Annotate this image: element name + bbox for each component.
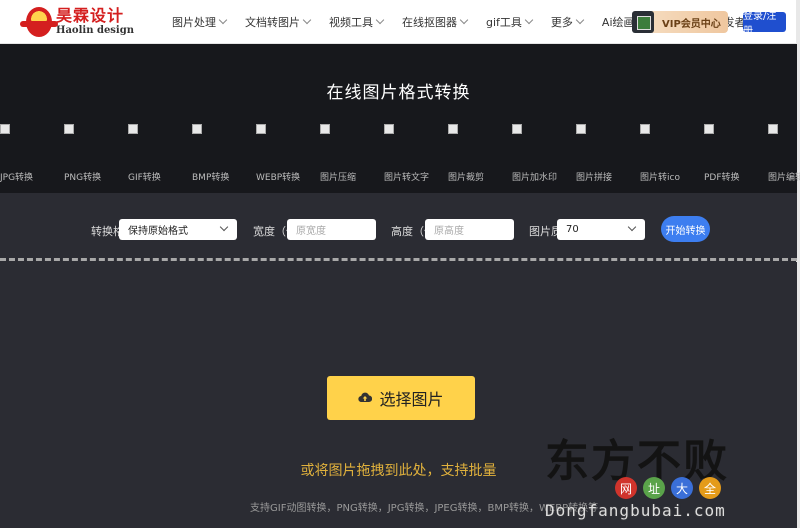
tool-label: GIF转换 [128, 173, 161, 183]
page-title: 在线图片格式转换 [326, 83, 471, 103]
tool-link-12[interactable]: 图片编辑 [768, 124, 800, 184]
height-input[interactable]: 原高度 [425, 219, 514, 240]
watermark-badge: 大 [671, 477, 693, 499]
broken-image-icon [128, 124, 138, 134]
login-register-button[interactable]: 登录/注册 [743, 11, 786, 37]
site-logo[interactable]: 昊霖设计 Haolin design [20, 2, 158, 42]
select-image-label: 选择图片 [379, 390, 444, 409]
nav-item-3[interactable]: 在线抠图器 [402, 0, 469, 44]
nav-item-label: 视频工具 [329, 15, 373, 29]
nav-item-label: 更多 [550, 15, 573, 29]
tool-label: 图片转ico [640, 173, 680, 183]
tool-link-7[interactable]: 图片裁剪 [448, 124, 508, 184]
broken-image-icon [576, 124, 586, 134]
tool-link-10[interactable]: 图片转ico [640, 124, 700, 184]
dropzone-divider [0, 258, 797, 261]
tool-label: WEBP转换 [256, 173, 301, 183]
logo-en: Haolin design [56, 24, 134, 36]
logo-cn: 昊霖设计 [56, 5, 125, 25]
top-header: 昊霖设计 Haolin design 图片处理 文档转图片 视频工具 在线抠图器 gif… [0, 0, 800, 44]
tool-label: 图片裁剪 [448, 173, 485, 183]
format-select[interactable]: 保持原始格式 [119, 219, 237, 240]
tool-link-3[interactable]: BMP转换 [192, 124, 252, 184]
format-select-value: 保持原始格式 [128, 226, 188, 237]
tool-link-6[interactable]: 图片转文字 [384, 124, 444, 184]
tool-link-5[interactable]: 图片压缩 [320, 124, 380, 184]
tool-link-4[interactable]: WEBP转换 [256, 124, 316, 184]
chevron-down-icon [627, 222, 637, 232]
broken-image-icon [768, 124, 778, 134]
nav-item-5[interactable]: 更多 [550, 0, 585, 44]
chevron-down-icon [219, 222, 229, 232]
broken-image-icon [640, 124, 650, 134]
broken-image-icon [512, 124, 522, 134]
vip-image-icon [632, 11, 654, 33]
tool-link-1[interactable]: PNG转换 [64, 124, 124, 184]
nav-item-label: Ai绘画 [601, 15, 635, 29]
chevron-down-icon [302, 15, 312, 24]
nav-item-label: gif工具 [486, 15, 522, 29]
nav-item-6[interactable]: Ai绘画 [602, 0, 635, 44]
chevron-down-icon [524, 15, 534, 24]
broken-image-icon [704, 124, 714, 134]
broken-image-icon [320, 124, 330, 134]
tool-label: PNG转换 [64, 173, 102, 183]
site-watermark: 东方不败 网址大全 Dongfangbubai.com [545, 425, 800, 528]
conversion-options: 转换格式 保持原始格式 宽度（像素） 原宽度 高度（像素） 原高度 图片质量 7… [0, 193, 797, 259]
tool-link-2[interactable]: GIF转换 [128, 124, 188, 184]
start-convert-button[interactable]: 开始转换 [661, 216, 710, 242]
tool-label: 图片压缩 [320, 173, 357, 183]
tool-link-11[interactable]: PDF转换 [704, 124, 764, 184]
quality-select-value: 70 [566, 224, 579, 235]
watermark-url: Dongfangbubai.com [545, 501, 726, 520]
logo-text: 昊霖设计 Haolin design [56, 5, 134, 36]
tool-label: 图片加水印 [512, 173, 558, 183]
tool-label: BMP转换 [192, 173, 230, 183]
tool-hero: 在线图片格式转换 JPG转换 PNG转换 GIF转换 BMP转换 WEBP转换 图片压缩 图… [0, 44, 800, 193]
tool-label: PDF转换 [704, 173, 740, 183]
vip-center-button[interactable]: VIP会员中心 [632, 11, 728, 33]
broken-image-icon [256, 124, 266, 134]
broken-image-icon [0, 124, 10, 134]
logo-mascot-icon [20, 6, 58, 37]
nav-item-1[interactable]: 文档转图片 [245, 0, 312, 44]
nav-item-2[interactable]: 视频工具 [329, 0, 385, 44]
broken-image-icon [64, 124, 74, 134]
watermark-badge: 址 [643, 477, 665, 499]
tool-link-9[interactable]: 图片拼接 [576, 124, 636, 184]
tool-label: JPG转换 [0, 173, 34, 183]
nav-item-0[interactable]: 图片处理 [172, 0, 228, 44]
chevron-down-icon [575, 15, 585, 24]
tool-label: 图片拼接 [576, 173, 613, 183]
vip-label: VIP会员中心 [662, 18, 721, 30]
quality-select[interactable]: 70 [557, 219, 645, 240]
nav-item-4[interactable]: gif工具 [486, 0, 534, 44]
width-input[interactable]: 原宽度 [287, 219, 376, 240]
tool-label: 图片编辑 [768, 173, 800, 183]
watermark-badge: 全 [699, 477, 721, 499]
chevron-down-icon [375, 15, 385, 24]
tool-label: 图片转文字 [384, 173, 430, 183]
watermark-badges: 网址大全 [615, 477, 727, 499]
nav-item-label: 图片处理 [172, 15, 216, 29]
nav-item-label: 文档转图片 [245, 15, 300, 29]
tool-link-8[interactable]: 图片加水印 [512, 124, 572, 184]
nav-item-label: 在线抠图器 [402, 15, 457, 29]
broken-image-icon [384, 124, 394, 134]
chevron-down-icon [218, 15, 228, 24]
select-image-button[interactable]: 选择图片 [327, 376, 475, 420]
broken-image-icon [448, 124, 458, 134]
tool-link-0[interactable]: JPG转换 [0, 124, 60, 184]
cloud-upload-icon [358, 392, 373, 403]
chevron-down-icon [459, 15, 469, 24]
broken-image-icon [192, 124, 202, 134]
watermark-badge: 网 [615, 477, 637, 499]
